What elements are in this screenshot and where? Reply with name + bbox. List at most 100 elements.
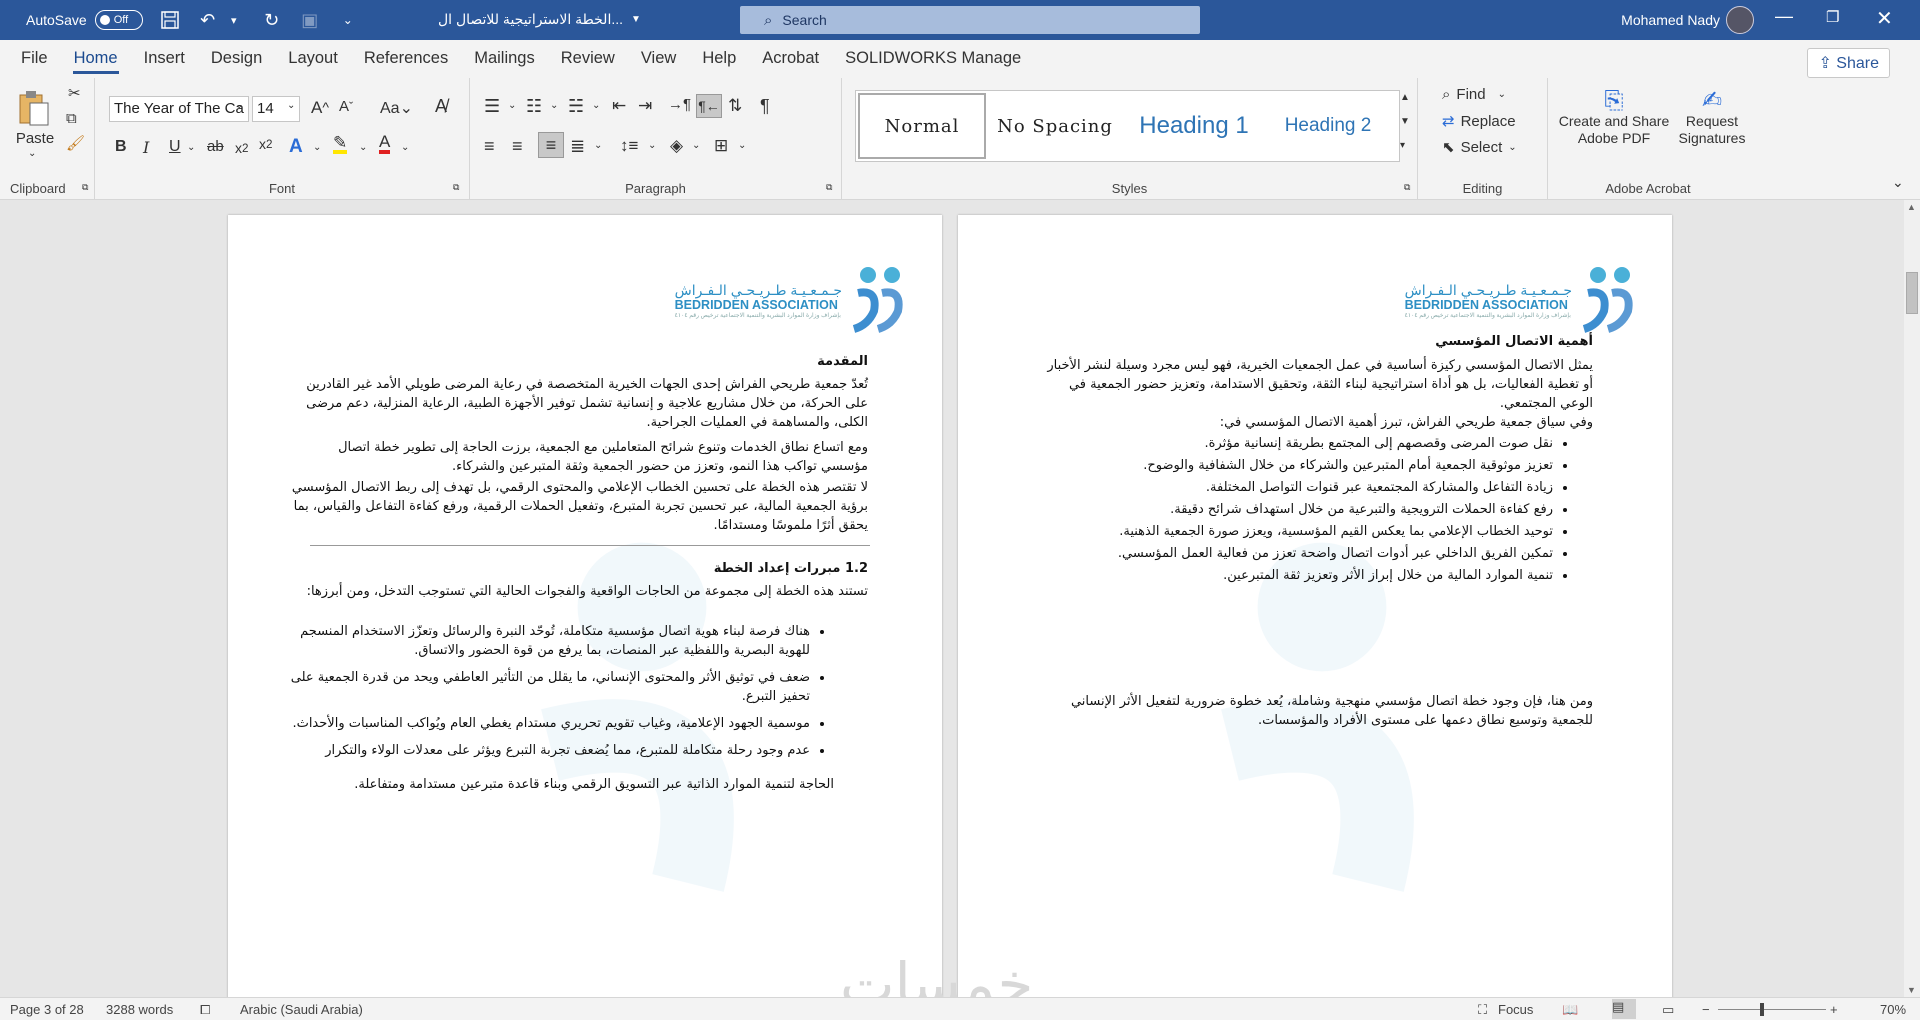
font-dialog-launcher-icon[interactable]: ⧉ <box>453 182 459 193</box>
page-left[interactable]: جـمـعـيـة طـريـحـي الـفـراش BEDRIDDEN AS… <box>228 215 942 997</box>
tab-references[interactable]: References <box>351 49 461 78</box>
create-share-pdf-button[interactable]: ⎘ Create and Share Adobe PDF <box>1554 89 1674 147</box>
find-button[interactable]: ⌕ Find ⌄ <box>1442 86 1506 103</box>
font-name-input[interactable]: The Year of The Ca <box>109 96 249 122</box>
italic-icon[interactable]: I <box>143 138 149 157</box>
copy-icon[interactable]: ⧉ <box>66 110 77 127</box>
save-icon[interactable] <box>159 9 181 31</box>
scroll-down-icon[interactable]: ▼ <box>1907 985 1916 995</box>
bullets-dropdown-icon[interactable]: ⌄ <box>508 100 516 111</box>
focus-icon[interactable]: ⛶ <box>1478 1002 1487 1018</box>
zoom-slider[interactable] <box>1718 1009 1826 1010</box>
avatar[interactable] <box>1726 6 1754 34</box>
ltr-icon[interactable]: →¶ <box>668 96 691 113</box>
styles-more-icon[interactable]: ▾ <box>1400 140 1405 151</box>
redo-icon[interactable]: ↻ <box>261 9 283 31</box>
clear-formatting-icon[interactable]: A̸ <box>435 96 447 117</box>
font-color-dropdown-icon[interactable]: ⌄ <box>401 142 409 153</box>
underline-icon[interactable]: U <box>169 138 181 156</box>
underline-dropdown-icon[interactable]: ⌄ <box>187 142 195 153</box>
justify-dropdown-icon[interactable]: ⌄ <box>594 140 602 151</box>
align-left-icon[interactable]: ≡ <box>484 136 495 157</box>
tab-file[interactable]: File <box>8 49 61 78</box>
autosave[interactable]: AutoSave Off <box>26 10 143 30</box>
tab-insert[interactable]: Insert <box>131 49 198 78</box>
style-no-spacing[interactable]: No Spacing <box>990 93 1120 159</box>
document-title[interactable]: الخطة الاستراتيجية للاتصال ال... ▼ <box>438 11 641 28</box>
paragraph-dialog-launcher-icon[interactable]: ⧉ <box>826 182 832 193</box>
borders-icon[interactable]: ⊞ <box>714 136 728 156</box>
style-heading-2[interactable]: Heading 2 <box>1268 93 1388 159</box>
web-layout-icon[interactable]: ▭ <box>1662 1002 1674 1018</box>
share-button[interactable]: ⇪ Share <box>1807 48 1890 78</box>
bullets-icon[interactable]: ☰ <box>484 96 500 117</box>
superscript-icon[interactable]: x2 <box>259 136 272 152</box>
highlight-icon[interactable]: ✎ <box>333 134 348 154</box>
paste-button[interactable]: Paste <box>10 130 60 147</box>
subscript-icon[interactable]: x2 <box>235 140 248 156</box>
page-right[interactable]: جـمـعـيـة طـريـحـي الـفـراش BEDRIDDEN AS… <box>958 215 1672 997</box>
borders-dropdown-icon[interactable]: ⌄ <box>738 140 746 151</box>
collapse-ribbon-icon[interactable]: ⌄ <box>1892 174 1904 191</box>
tab-home[interactable]: Home <box>61 49 131 78</box>
proofing-icon[interactable]: ⧠ <box>200 1002 210 1018</box>
numbering-icon[interactable]: ☷ <box>526 96 542 117</box>
print-layout-icon[interactable]: ▤ <box>1612 999 1636 1019</box>
restore-icon[interactable]: ❐ <box>1826 8 1839 26</box>
font-color-icon[interactable]: A <box>379 133 391 154</box>
tab-review[interactable]: Review <box>548 49 628 78</box>
autosave-toggle[interactable]: Off <box>94 10 143 30</box>
align-right-icon[interactable]: ≡ <box>538 132 564 158</box>
styles-dialog-launcher-icon[interactable]: ⧉ <box>1404 182 1410 193</box>
paste-icon[interactable] <box>14 88 54 128</box>
multilevel-list-icon[interactable]: ☵ <box>568 96 584 117</box>
zoom-slider-thumb[interactable] <box>1760 1003 1764 1016</box>
shrink-font-icon[interactable]: Aˇ <box>339 98 353 115</box>
shading-dropdown-icon[interactable]: ⌄ <box>692 140 700 151</box>
close-icon[interactable]: ✕ <box>1876 6 1893 31</box>
highlight-dropdown-icon[interactable]: ⌄ <box>359 142 367 153</box>
paste-dropdown-icon[interactable]: ⌄ <box>28 148 36 159</box>
tab-layout[interactable]: Layout <box>275 49 351 78</box>
word-count[interactable]: 3288 words <box>106 1002 173 1017</box>
dialog-launcher-icon[interactable]: ⧉ <box>82 182 88 193</box>
read-mode-icon[interactable]: 📖 <box>1562 1002 1578 1018</box>
vertical-scrollbar[interactable]: ▲ ▼ <box>1904 200 1920 997</box>
zoom-out-icon[interactable]: − <box>1702 1002 1710 1017</box>
request-signatures-button[interactable]: ✍ Request Signatures <box>1676 89 1748 147</box>
bold-icon[interactable]: B <box>115 138 127 156</box>
style-normal[interactable]: Normal <box>858 93 986 159</box>
cut-icon[interactable]: ✂ <box>68 84 81 102</box>
increase-indent-icon[interactable]: ⇥ <box>638 96 652 116</box>
replace-button[interactable]: ⇄ Replace <box>1442 112 1516 131</box>
undo-dropdown-icon[interactable]: ▾ <box>223 9 245 31</box>
grow-font-icon[interactable]: A ^ <box>311 98 329 118</box>
rtl-icon[interactable]: ¶← <box>696 94 722 118</box>
align-center-icon[interactable]: ≡ <box>512 136 523 157</box>
text-effects-icon[interactable]: A <box>289 136 303 158</box>
touch-mode-icon[interactable]: ▣ <box>299 9 321 31</box>
tab-acrobat[interactable]: Acrobat <box>749 49 832 78</box>
strikethrough-icon[interactable]: ab <box>207 138 224 155</box>
style-heading-1[interactable]: Heading 1 <box>1124 93 1264 159</box>
styles-scroll-up-icon[interactable]: ▲ <box>1400 92 1410 103</box>
zoom-level[interactable]: 70% <box>1880 1002 1906 1017</box>
line-spacing-dropdown-icon[interactable]: ⌄ <box>648 140 656 151</box>
numbering-dropdown-icon[interactable]: ⌄ <box>550 100 558 111</box>
show-formatting-icon[interactable]: ¶ <box>760 96 770 117</box>
text-effects-dropdown-icon[interactable]: ⌄ <box>313 142 321 153</box>
tab-design[interactable]: Design <box>198 49 275 78</box>
user-name[interactable]: Mohamed Nady <box>1621 12 1720 28</box>
tab-help[interactable]: Help <box>689 49 749 78</box>
scroll-up-icon[interactable]: ▲ <box>1907 202 1916 212</box>
zoom-in-icon[interactable]: + <box>1830 1002 1838 1017</box>
change-case-icon[interactable]: Aa⌄ <box>380 98 413 118</box>
scroll-thumb[interactable] <box>1906 272 1918 314</box>
customize-qat-icon[interactable]: ⌄ <box>337 9 359 31</box>
select-button[interactable]: ⬉ Select ⌄ <box>1442 138 1517 157</box>
styles-scroll-down-icon[interactable]: ▼ <box>1400 116 1410 127</box>
page-indicator[interactable]: Page 3 of 28 <box>10 1002 84 1017</box>
justify-icon[interactable]: ≣ <box>570 136 585 157</box>
focus-label[interactable]: Focus <box>1498 1002 1533 1017</box>
sort-icon[interactable]: ⇅ <box>728 96 742 116</box>
